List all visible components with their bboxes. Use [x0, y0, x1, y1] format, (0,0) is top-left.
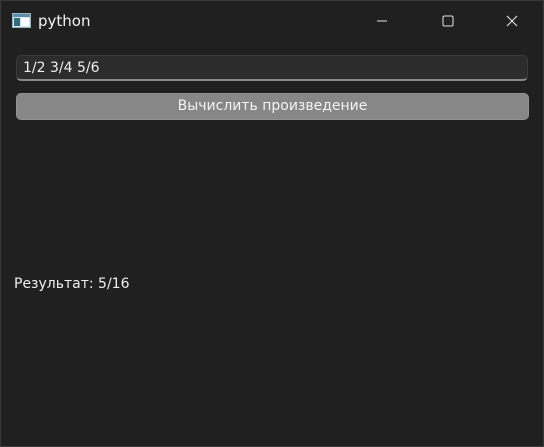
title-bar[interactable]: python [1, 1, 543, 41]
close-icon [506, 15, 518, 27]
maximize-button[interactable] [425, 1, 471, 41]
close-button[interactable] [489, 1, 535, 41]
compute-product-button[interactable]: Вычислить произведение [16, 93, 529, 120]
app-window: python Вычислить пр [0, 0, 544, 447]
app-window-icon [12, 13, 31, 28]
result-label: Результат: 5/16 [14, 276, 130, 292]
fractions-input[interactable] [16, 55, 528, 81]
window-title: python [38, 12, 91, 30]
minimize-button[interactable] [359, 1, 405, 41]
maximize-icon [442, 15, 454, 27]
minimize-icon [376, 15, 388, 27]
